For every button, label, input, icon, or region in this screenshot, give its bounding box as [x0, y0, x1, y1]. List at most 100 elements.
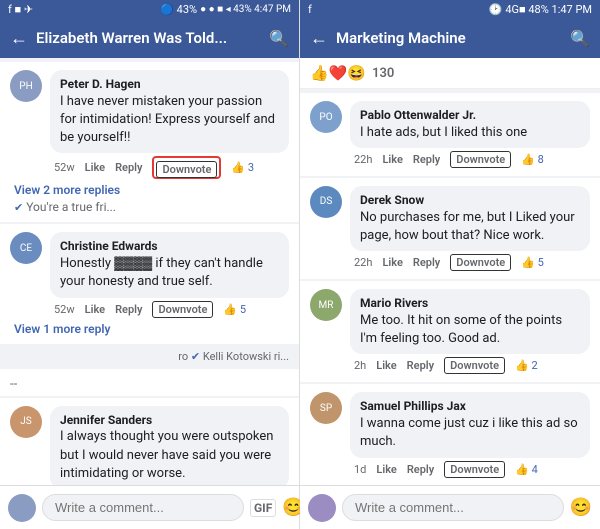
right-nav-bar: ← Marketing Machine 🔍 [300, 18, 600, 58]
right-comment-2: DS Derek Snow No purchases for me, but I… [300, 178, 600, 279]
right-like-btn-2[interactable]: Like [382, 256, 402, 269]
right-comment-content-2: Derek Snow No purchases for me, but I Li… [350, 186, 590, 271]
right-avatar-3: MR [310, 289, 342, 321]
left-comment-actions-1: 52w Like Reply Downvote 👍 3 [50, 156, 289, 179]
left-input-avatar [8, 494, 36, 522]
right-comment-time-1: 22h [354, 153, 372, 166]
left-avatar-2: CE [10, 232, 42, 264]
right-back-button[interactable]: ← [310, 28, 328, 49]
left-downvote-btn-1[interactable]: Downvote [156, 161, 217, 178]
left-input-bar: GIF 😊 [0, 485, 299, 529]
left-search-button[interactable]: 🔍 [269, 29, 289, 48]
right-input-avatar [308, 494, 336, 522]
left-comment-time-2: 52w [54, 303, 75, 316]
left-reply-btn-2[interactable]: Reply [115, 303, 142, 316]
left-like-btn-1[interactable]: Like [85, 161, 105, 174]
right-reply-btn-1[interactable]: Reply [413, 153, 440, 166]
haha-reaction-icon: 😆 [347, 64, 366, 82]
right-like-btn-4[interactable]: Like [376, 463, 396, 476]
heart-reaction-icon: ❤️ [329, 64, 348, 82]
right-comment-row-4: SP Samuel Phillips Jax I wanna come just… [310, 392, 590, 477]
right-comment-time-4: 1d [354, 463, 366, 476]
right-comment-author-3: Mario Rivers [360, 295, 580, 312]
right-comment-time-2: 22h [354, 256, 372, 269]
left-dash: -- [10, 377, 17, 392]
left-comment-1: PH Peter D. Hagen I have never mistaken … [0, 62, 299, 222]
left-view-replies-2[interactable]: View 1 more reply [10, 322, 289, 336]
right-comment-actions-2: 22h Like Reply Downvote 👍 5 [350, 254, 590, 271]
right-comment-content-4: Samuel Phillips Jax I wanna come just cu… [350, 392, 590, 477]
reaction-count: 130 [372, 66, 394, 81]
right-avatar-1: PO [310, 101, 342, 133]
left-comment-2: CE Christine Edwards Honestly ▓▓▓▓ if th… [0, 224, 299, 343]
right-like-count-4: 👍 4 [515, 463, 538, 476]
right-like-btn-1[interactable]: Like [382, 153, 402, 166]
right-comment-1: PO Pablo Ottenwalder Jr. I hate ads, but… [300, 93, 600, 176]
right-comment-bubble-4: Samuel Phillips Jax I wanna come just cu… [350, 392, 590, 457]
right-comment-bubble-3: Mario Rivers Me too. It hit on some of t… [350, 289, 590, 354]
right-downvote-btn-3[interactable]: Downvote [444, 357, 505, 374]
right-comment-bubble-1: Pablo Ottenwalder Jr. I hate ads, but I … [350, 101, 590, 148]
left-reply-btn-1[interactable]: Reply [115, 161, 142, 174]
left-comment-content-1: Peter D. Hagen I have never mistaken you… [50, 70, 289, 179]
reaction-icons: 👍 ❤️ 😆 [310, 64, 366, 82]
left-like-btn-2[interactable]: Like [85, 303, 105, 316]
like-reaction-icon: 👍 [310, 64, 329, 82]
right-status-right: 🕑 4G■ 48% 1:47 PM [489, 3, 592, 16]
right-comment-input[interactable] [342, 494, 564, 521]
right-emoji-button[interactable]: 😊 [570, 497, 592, 518]
left-avatar-1: PH [10, 70, 42, 102]
left-status-bar-left: f ■ ✈ [8, 3, 33, 16]
left-you-reply-1: ✔ You're a true fri... [10, 200, 289, 214]
right-downvote-btn-1[interactable]: Downvote [450, 151, 511, 168]
left-comment-bubble-2: Christine Edwards Honestly ▓▓▓▓ if they … [50, 232, 289, 297]
right-comment-row-2: DS Derek Snow No purchases for me, but I… [310, 186, 590, 271]
right-reply-btn-2[interactable]: Reply [413, 256, 440, 269]
left-back-button[interactable]: ← [10, 28, 28, 49]
right-comment-4: SP Samuel Phillips Jax I wanna come just… [300, 384, 600, 485]
right-input-bar: 😊 [300, 485, 600, 529]
left-comment-row-4: JS Jennifer Sanders I always thought you… [10, 406, 289, 485]
left-comment-row-2: CE Christine Edwards Honestly ▓▓▓▓ if th… [10, 232, 289, 317]
left-comment-author-1: Peter D. Hagen [60, 76, 279, 93]
right-comment-actions-1: 22h Like Reply Downvote 👍 8 [350, 151, 590, 168]
left-panel: f ■ ✈ 🔵 43% ● ● ■ ◂ 43% 4:47 PM ← Elizab… [0, 0, 300, 529]
right-comment-author-4: Samuel Phillips Jax [360, 398, 580, 415]
left-page-title: Elizabeth Warren Was Told... [36, 29, 261, 47]
left-status-bar-right: 🔵 43% ● ● ■ ◂ 43% 4:47 PM [160, 3, 291, 16]
right-reply-btn-4[interactable]: Reply [407, 463, 434, 476]
right-comment-bubble-2: Derek Snow No purchases for me, but I Li… [350, 186, 590, 251]
right-comment-actions-3: 2h Like Reply Downvote 👍 2 [350, 357, 590, 374]
right-comments-area: PO Pablo Ottenwalder Jr. I hate ads, but… [300, 89, 600, 485]
right-time: 🕑 4G■ 48% 1:47 PM [489, 3, 592, 16]
right-downvote-btn-2[interactable]: Downvote [450, 254, 511, 271]
left-status-bar: f ■ ✈ 🔵 43% ● ● ■ ◂ 43% 4:47 PM [0, 0, 299, 18]
left-comment-bubble-1: Peter D. Hagen I have never mistaken you… [50, 70, 289, 153]
left-battery-icon: 🔵 43% [160, 3, 197, 16]
left-downvote-highlight-1: Downvote [152, 156, 221, 179]
left-view-replies-1[interactable]: View 2 more replies [10, 183, 289, 197]
right-avatar-2: DS [310, 186, 342, 218]
left-comment-bubble-4: Jennifer Sanders I always thought you we… [50, 406, 289, 485]
right-comment-author-1: Pablo Ottenwalder Jr. [360, 107, 580, 124]
left-downvote-btn-2[interactable]: Downvote [152, 301, 213, 318]
right-like-count-1: 👍 8 [521, 153, 544, 166]
left-comment-content-2: Christine Edwards Honestly ▓▓▓▓ if they … [50, 232, 289, 317]
left-avatar-4: JS [10, 406, 42, 438]
reaction-bar: 👍 ❤️ 😆 130 [300, 58, 600, 89]
left-gif-button[interactable]: GIF [250, 499, 276, 517]
right-avatar-4: SP [310, 392, 342, 424]
right-reply-btn-3[interactable]: Reply [407, 359, 434, 372]
right-comment-content-3: Mario Rivers Me too. It hit on some of t… [350, 289, 590, 374]
right-status-left: f [308, 3, 312, 16]
left-comment-row-1: PH Peter D. Hagen I have never mistaken … [10, 70, 289, 179]
left-time: ● ● ■ ◂ 43% 4:47 PM [200, 4, 291, 15]
right-status-bar: f 🕑 4G■ 48% 1:47 PM [300, 0, 600, 18]
right-like-count-2: 👍 5 [521, 256, 544, 269]
left-comment-content-4: Jennifer Sanders I always thought you we… [50, 406, 289, 485]
right-like-count-3: 👍 2 [515, 359, 538, 372]
left-comment-input[interactable] [42, 494, 244, 521]
right-downvote-btn-4[interactable]: Downvote [444, 461, 505, 478]
right-search-button[interactable]: 🔍 [570, 29, 590, 48]
right-like-btn-3[interactable]: Like [376, 359, 396, 372]
